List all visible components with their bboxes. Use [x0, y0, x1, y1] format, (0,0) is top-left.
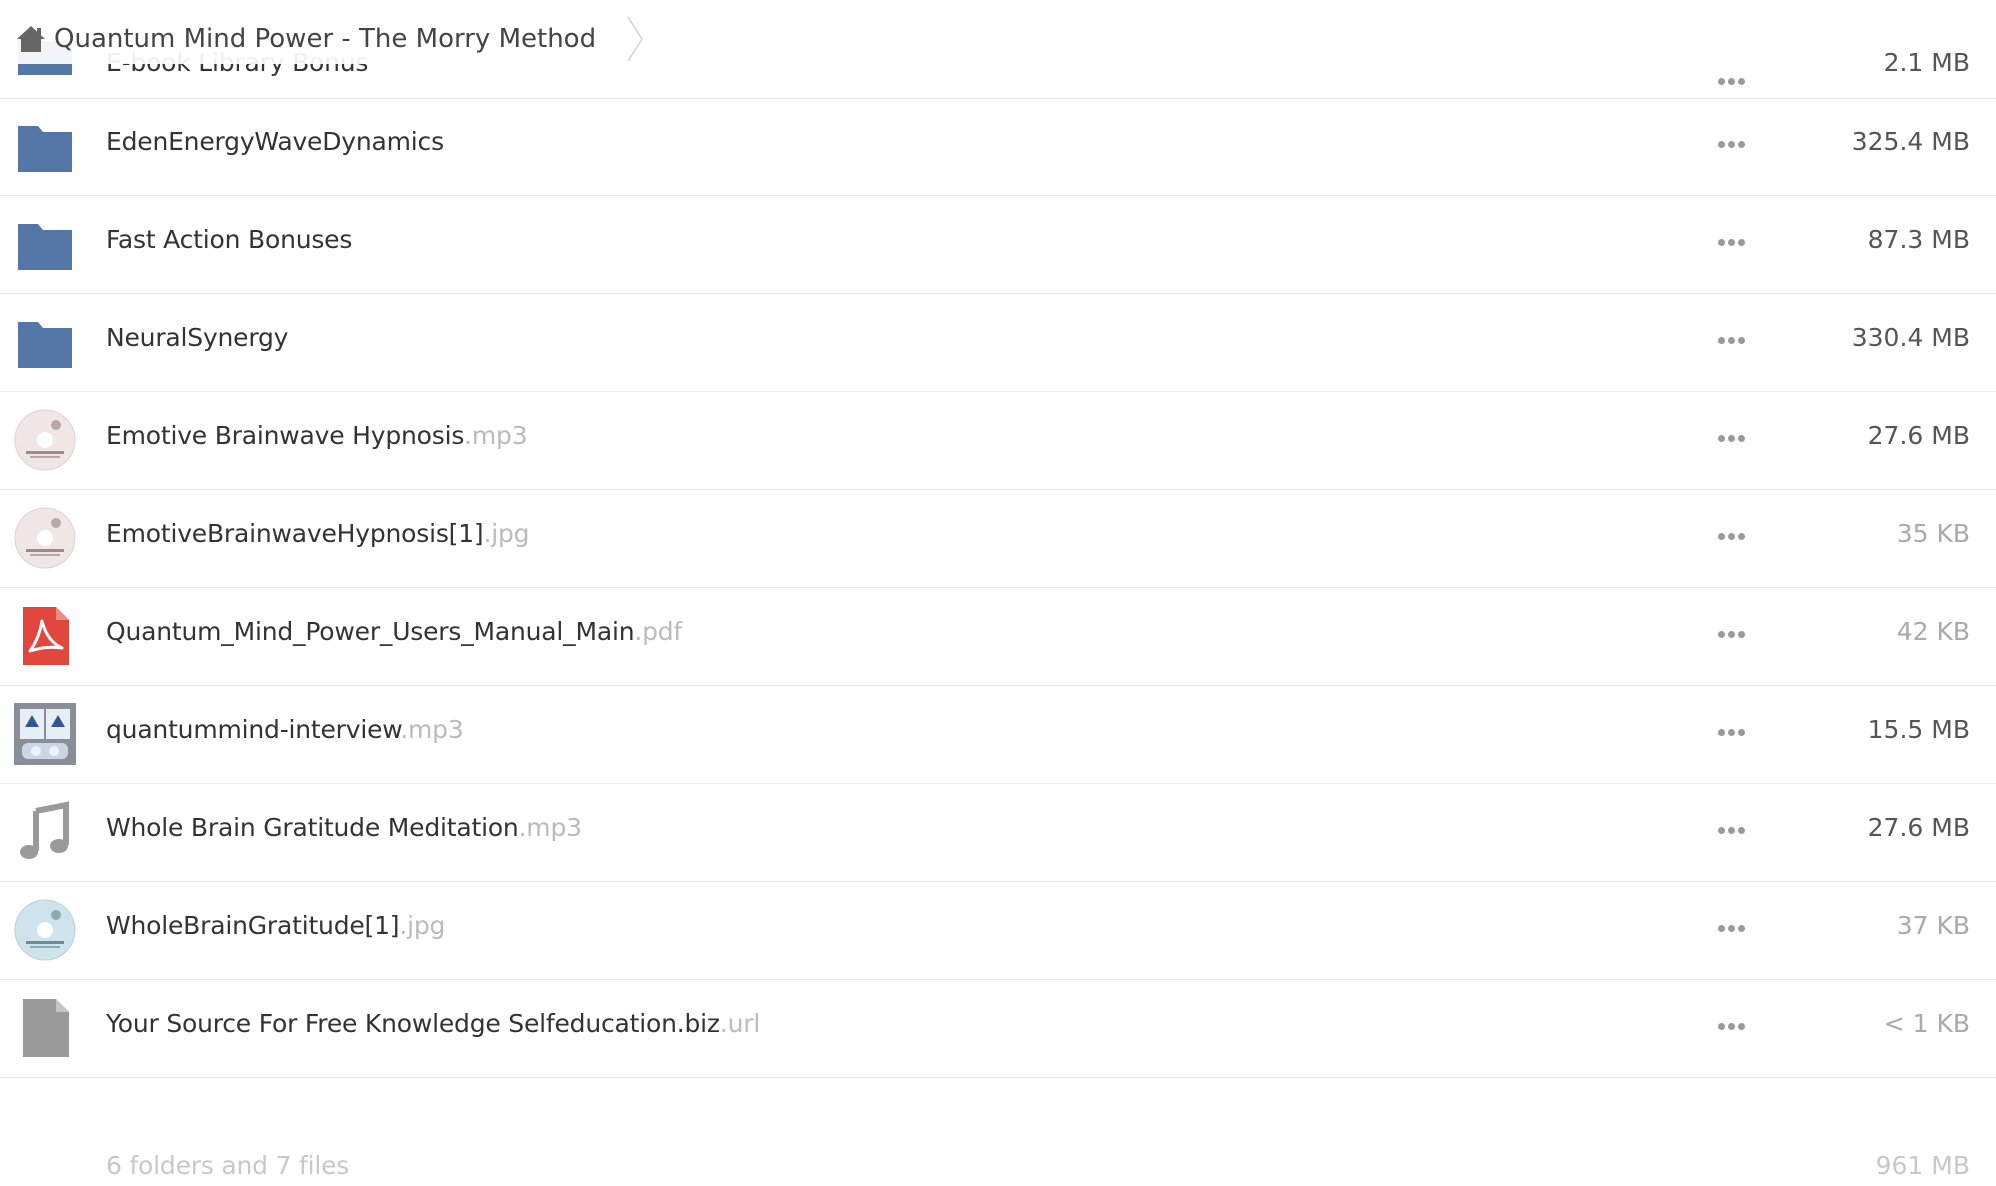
home-icon[interactable] — [16, 24, 46, 54]
file-row-emotivebrainwavehypnosis-jpg[interactable]: EmotiveBrainwaveHypnosis[1].jpg 35 KB — [0, 491, 1996, 588]
file-size: 27.6 MB — [1867, 421, 1970, 450]
more-actions-icon[interactable] — [1718, 827, 1745, 834]
more-actions-icon[interactable] — [1718, 533, 1745, 540]
file-name: EmotiveBrainwaveHypnosis[1].jpg — [106, 519, 530, 548]
file-name: Emotive Brainwave Hypnosis.mp3 — [106, 421, 528, 450]
file-row-users-manual-pdf[interactable]: Quantum_Mind_Power_Users_Manual_Main.pdf… — [0, 589, 1996, 686]
more-actions-icon[interactable] — [1718, 78, 1745, 85]
more-actions-icon[interactable] — [1718, 925, 1745, 932]
file-name: Fast Action Bonuses — [106, 225, 353, 254]
file-size: 2.1 MB — [1883, 48, 1970, 77]
summary-size: 961 MB — [1875, 1151, 1970, 1180]
file-name: NeuralSynergy — [106, 323, 289, 352]
file-name: quantummind-interview.mp3 — [106, 715, 464, 744]
more-actions-icon[interactable] — [1718, 337, 1745, 344]
more-actions-icon[interactable] — [1718, 435, 1745, 442]
cd-thumbnail-blue-icon — [14, 899, 76, 961]
file-row-fast-action-bonuses[interactable]: Fast Action Bonuses 87.3 MB — [0, 197, 1996, 294]
cd-thumbnail-icon — [14, 409, 76, 471]
more-actions-icon[interactable] — [1718, 141, 1745, 148]
file-icon — [23, 999, 69, 1057]
music-note-icon — [20, 801, 69, 859]
file-size: 27.6 MB — [1867, 813, 1970, 842]
file-row-neuralsynergy[interactable]: NeuralSynergy 330.4 MB — [0, 295, 1996, 392]
chevron-right-icon — [627, 16, 643, 62]
file-size: 15.5 MB — [1867, 715, 1970, 744]
more-actions-icon[interactable] — [1718, 631, 1745, 638]
file-row-selfeducation-url[interactable]: Your Source For Free Knowledge Selfeduca… — [0, 981, 1996, 1078]
file-size: 330.4 MB — [1851, 323, 1970, 352]
file-row-whole-brain-gratitude-meditation-mp3[interactable]: Whole Brain Gratitude Meditation.mp3 27.… — [0, 785, 1996, 882]
list-summary: 6 folders and 7 files 961 MB — [0, 1079, 1996, 1180]
file-row-quantummind-interview-mp3[interactable]: quantummind-interview.mp3 15.5 MB — [0, 687, 1996, 784]
file-size: 325.4 MB — [1851, 127, 1970, 156]
cd-thumbnail-icon — [14, 507, 76, 569]
more-actions-icon[interactable] — [1718, 729, 1745, 736]
folder-icon — [18, 224, 72, 270]
summary-count: 6 folders and 7 files — [106, 1151, 350, 1180]
file-name: Quantum_Mind_Power_Users_Manual_Main.pdf — [106, 617, 683, 646]
file-name: Whole Brain Gratitude Meditation.mp3 — [106, 813, 582, 842]
more-actions-icon[interactable] — [1718, 1023, 1745, 1030]
pdf-icon — [23, 607, 69, 665]
file-size: 42 KB — [1896, 617, 1970, 646]
file-row-edenenergywavedynamics[interactable]: EdenEnergyWaveDynamics 325.4 MB — [0, 99, 1996, 196]
file-row-wholebraingratitude-jpg[interactable]: WholeBrainGratitude[1].jpg 37 KB — [0, 883, 1996, 980]
file-name: WholeBrainGratitude[1].jpg — [106, 911, 446, 940]
breadcrumb-current[interactable]: Quantum Mind Power - The Morry Method — [54, 24, 596, 54]
file-size: 35 KB — [1896, 519, 1970, 548]
folder-icon — [18, 126, 72, 172]
breadcrumb: Quantum Mind Power - The Morry Method — [16, 14, 659, 64]
file-row-emotive-brainwave-hypnosis-mp3[interactable]: Emotive Brainwave Hypnosis.mp3 27.6 MB — [0, 393, 1996, 490]
file-name: EdenEnergyWaveDynamics — [106, 127, 444, 156]
file-size: 87.3 MB — [1867, 225, 1970, 254]
file-size: 37 KB — [1896, 911, 1970, 940]
file-name: Your Source For Free Knowledge Selfeduca… — [106, 1009, 761, 1038]
more-actions-icon[interactable] — [1718, 239, 1745, 246]
folder-icon — [18, 322, 72, 368]
album-art-icon — [14, 703, 76, 765]
file-size: < 1 KB — [1883, 1009, 1970, 1038]
